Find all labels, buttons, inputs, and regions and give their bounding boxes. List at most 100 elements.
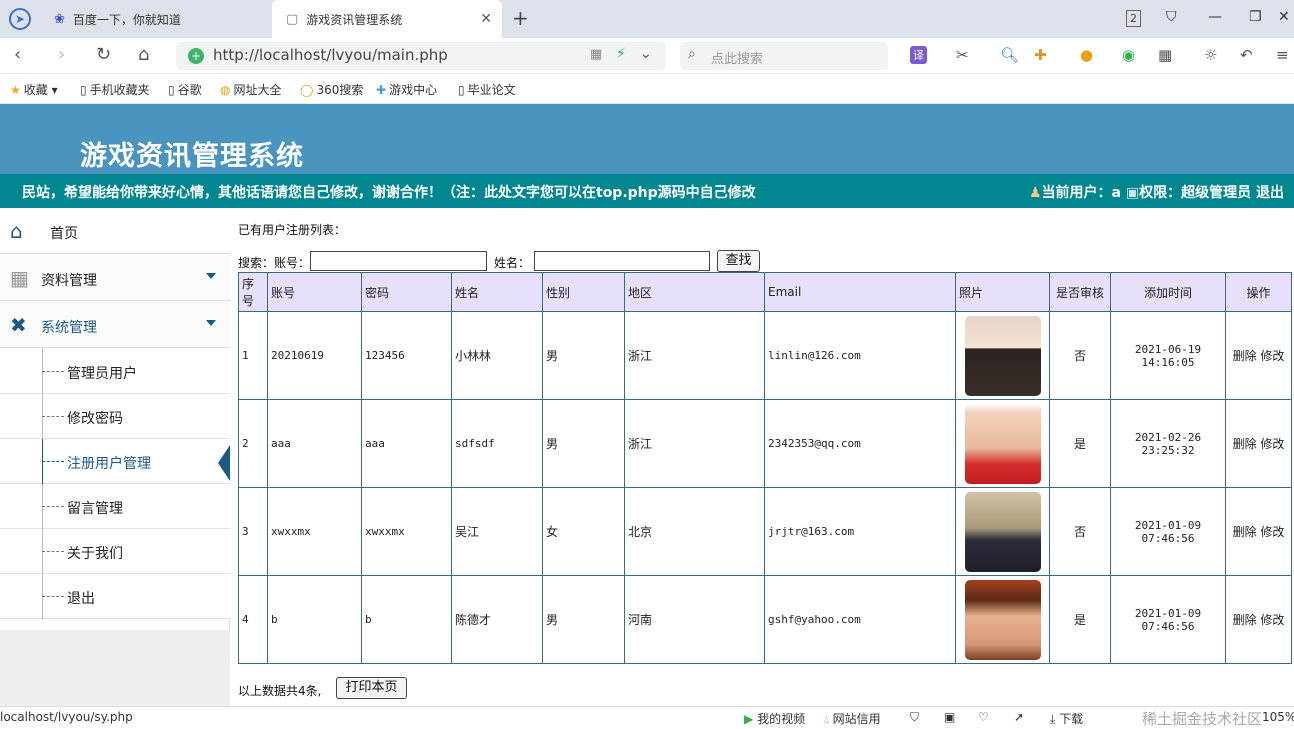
magnifier-icon[interactable]: 🔍︎ [1000, 46, 1019, 64]
translate-icon[interactable]: 译 [910, 46, 927, 64]
bookmarks-bar: ★ 收藏 ▾ ▯ 手机收藏夹 ▯ 谷歌 ◍ 网址大全 ◯ 360搜索 ✚ 游戏中心 ▯ 毕业论… [0, 74, 1294, 104]
zoom-level[interactable]: 105% [1262, 710, 1294, 724]
user-photo[interactable] [964, 315, 1041, 396]
user-photo[interactable] [964, 491, 1041, 572]
tab-game-system[interactable]: ▢ 游戏资讯管理系统 ✕ [272, 0, 502, 38]
bookmark-thesis[interactable]: ▯ 毕业论文 [458, 81, 516, 98]
back-icon[interactable]: ‹ [14, 44, 21, 65]
credit-label: 网站信用 [832, 712, 881, 726]
reload-icon[interactable]: ↻ [96, 44, 111, 65]
download-link[interactable]: ⤓ 下载 [1050, 710, 1083, 727]
edit-link[interactable]: 修改 [1260, 349, 1284, 363]
account-search-input[interactable] [310, 251, 487, 271]
sidebar-item-messages[interactable]: 留言管理 [0, 484, 230, 529]
credit-link[interactable]: 💧︎ 网站信用 [824, 710, 881, 727]
coin-icon[interactable]: ● [1080, 46, 1093, 64]
search-button[interactable]: 查找 [717, 250, 760, 272]
sidebar-item-system[interactable]: ✖ 系统管理 [0, 302, 230, 348]
list-caption: 已有用户注册列表： [238, 223, 347, 237]
bookmark-label: 360搜索 [316, 83, 364, 97]
heart-icon[interactable]: ♡ [978, 710, 989, 724]
cell-account: b [267, 575, 362, 664]
close-tab-icon[interactable]: ✕ [480, 11, 492, 27]
sidebar-label: 资料管理 [41, 273, 97, 289]
delete-link[interactable]: 删除 [1233, 525, 1257, 539]
chevron-down-icon[interactable]: ⌄ [640, 46, 652, 62]
qr-icon[interactable]: ▦ [590, 47, 602, 62]
time-text: 07:46:56 [1141, 531, 1195, 545]
bookmark-360[interactable]: ◯ 360搜索 [300, 81, 363, 98]
cell-email: gshf@yahoo.com [764, 575, 956, 664]
restore-icon[interactable]: ❐ [1249, 9, 1262, 25]
user-photo[interactable] [964, 579, 1041, 660]
name-label: 姓名： [494, 256, 531, 270]
sidebar-item-users[interactable]: 注册用户管理 [0, 439, 230, 484]
sidebar-item-home[interactable]: ⌂ 首页 [0, 208, 230, 254]
close-window-icon[interactable]: ✕ [1278, 9, 1290, 25]
delete-link[interactable]: 删除 [1233, 437, 1257, 451]
home-icon[interactable]: ⌂ [138, 44, 149, 65]
gamepad-icon[interactable]: ✚ [1034, 46, 1047, 64]
tab-count-badge[interactable]: 2 [1126, 10, 1141, 27]
table-row: 1 20210619 123456 小林林 男 浙江 linlin@126.co… [238, 311, 1292, 400]
bookmark-sites[interactable]: ◍ 网址大全 [220, 81, 282, 98]
rocket-icon[interactable]: ➚ [1014, 710, 1024, 724]
scissors-icon[interactable]: ✂ [956, 46, 969, 64]
col-photo: 照片 [955, 272, 1050, 312]
cell-time: 2021-06-19 14:16:05 [1110, 311, 1226, 400]
video-link[interactable]: ▶ 我的视频 [744, 710, 805, 727]
bookmark-google[interactable]: ▯ 谷歌 [168, 81, 202, 98]
search-icon: ⌕ [688, 46, 696, 62]
user-photo[interactable] [964, 403, 1041, 484]
lightning-icon[interactable]: ⚡ [616, 46, 626, 62]
url-field[interactable]: + http://localhost/lvyou/main.php ▦ ⚡ ⌄ [176, 42, 666, 70]
sun-icon[interactable]: ☼ [1204, 46, 1217, 64]
menu-icon[interactable]: ≡ [1276, 46, 1289, 64]
col-password: 密码 [361, 272, 452, 312]
sidebar-item-password[interactable]: 修改密码 [0, 394, 230, 439]
page-icon: ▯ [168, 83, 175, 97]
date-text: 2021-06-19 [1134, 342, 1202, 356]
tree-dash [42, 506, 64, 507]
browser-logo-icon[interactable]: ➤ [9, 8, 31, 30]
cell-gender: 男 [542, 311, 625, 400]
sidebar-item-about[interactable]: 关于我们 [0, 529, 230, 574]
user-table: 序号 账号 密码 姓名 性别 地区 Email 照片 是否审核 添加时间 操作 … [238, 272, 1292, 664]
undo-icon[interactable]: ↶ [1240, 46, 1253, 64]
tab-baidu[interactable]: ❀ 百度一下，你就知道 [40, 0, 270, 38]
tree-dash [42, 596, 64, 597]
forward-icon[interactable]: › [58, 44, 65, 65]
edit-link[interactable]: 修改 [1260, 525, 1284, 539]
wechat-icon[interactable]: ◉ [1122, 46, 1135, 64]
bookmark-mobile[interactable]: ▯ 手机收藏夹 [80, 81, 150, 98]
bookmark-favorites[interactable]: ★ 收藏 ▾ [10, 81, 58, 98]
date-text: 2021-01-09 [1134, 606, 1202, 620]
print-button[interactable]: 打印本页 [336, 677, 407, 699]
cell-account: 20210619 [267, 311, 362, 400]
name-search-input[interactable] [534, 251, 710, 271]
delete-link[interactable]: 删除 [1233, 613, 1257, 627]
cell-actions: 删除 修改 [1225, 399, 1292, 488]
logout-link[interactable]: 退出 [1256, 185, 1284, 201]
bookmark-label: 游戏中心 [389, 83, 438, 97]
cell-region: 北京 [624, 487, 765, 576]
url-text[interactable]: http://localhost/lvyou/main.php [213, 46, 448, 64]
sidebar-label: 留言管理 [67, 501, 123, 517]
delete-link[interactable]: 删除 [1233, 349, 1257, 363]
sidebar-item-data[interactable]: ▦ 资料管理 [0, 255, 230, 301]
sidebar-item-admin[interactable]: 管理员用户 [0, 349, 230, 394]
new-tab-icon[interactable]: + [512, 6, 529, 30]
sidebar-item-exit[interactable]: 退出 [0, 574, 230, 619]
edit-link[interactable]: 修改 [1260, 437, 1284, 451]
sidebar-footer [0, 630, 230, 706]
cell-time: 2021-02-26 23:25:32 [1110, 399, 1226, 488]
house-icon: ⌂ [10, 219, 23, 243]
bookmark-games[interactable]: ✚ 游戏中心 [376, 81, 437, 98]
minimize-icon[interactable]: — [1208, 9, 1222, 25]
grid-icon[interactable]: ▦ [1158, 46, 1172, 64]
browser-search[interactable]: ⌕ 点此搜索 [680, 42, 888, 70]
edit-link[interactable]: 修改 [1260, 613, 1284, 627]
shield-status-icon[interactable]: ⛉ [910, 710, 919, 725]
image-icon[interactable]: ▣ [944, 710, 955, 724]
shirt-icon[interactable]: ⛉ [1166, 9, 1177, 25]
